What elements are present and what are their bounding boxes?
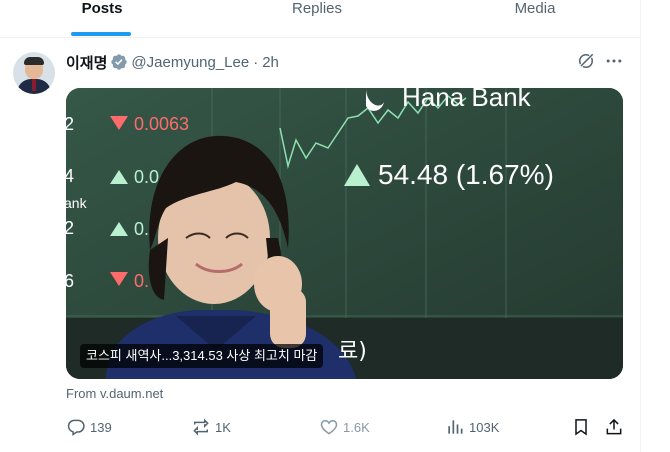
repost-icon [193, 418, 209, 436]
bookmark-icon [575, 419, 587, 436]
reply-icon [67, 419, 85, 436]
author-handle[interactable]: @Jaemyung_Lee [131, 54, 249, 71]
separator-dot: · [253, 53, 259, 71]
board-row4-value: 0. [134, 271, 149, 291]
profile-tabs: Posts Replies Media [0, 0, 640, 38]
bookmark-button[interactable] [571, 416, 595, 438]
reply-count: 139 [90, 419, 112, 435]
share-icon [606, 418, 622, 435]
tab-replies-label: Replies [291, 0, 343, 17]
grok-icon[interactable] [576, 51, 596, 71]
board-left-digit-4: 2 [66, 218, 74, 238]
verified-badge-icon [111, 54, 128, 70]
like-button[interactable]: 1.6K [319, 416, 370, 438]
board-overlay-text: 료) [338, 339, 367, 364]
more-icon[interactable] [604, 51, 624, 71]
stock-board-photo: 2 4 ank 2 6 0.0063 0.0 0. 0. Hana Bank 5… [66, 88, 623, 379]
board-left-digit-3: ank [66, 195, 88, 211]
post-header: 이재명 @Jaemyung_Lee · 2h [66, 52, 279, 72]
avatar-hair [24, 57, 44, 65]
board-row2-value: 0.0 [134, 167, 159, 187]
repost-button[interactable]: 1K [191, 416, 231, 438]
card-caption: 코스피 새역사...3,314.53 사상 최고치 마감 [80, 344, 324, 368]
source-link[interactable]: From v.daum.net [66, 386, 163, 401]
reply-button[interactable]: 139 [66, 416, 112, 438]
board-main-change: 54.48 (1.67%) [378, 159, 554, 190]
views-count: 103K [469, 419, 500, 435]
avatar[interactable] [13, 52, 55, 94]
link-card-image[interactable]: 2 4 ank 2 6 0.0063 0.0 0. 0. Hana Bank 5… [66, 88, 623, 379]
author-name[interactable]: 이재명 [66, 52, 107, 73]
board-bank-text: Hana Bank [402, 88, 532, 112]
views-button[interactable]: 103K [445, 416, 499, 438]
heart-icon [320, 419, 338, 435]
board-left-digit-1: 2 [66, 114, 74, 134]
board-left-digit-2: 4 [66, 166, 74, 186]
board-left-digit-5: 6 [66, 271, 74, 291]
like-count: 1.6K [343, 419, 370, 435]
column-border [640, 0, 641, 452]
tab-media[interactable]: Media [498, 0, 572, 38]
active-tab-indicator [71, 32, 131, 36]
share-button[interactable] [604, 416, 628, 438]
board-row1-value: 0.0063 [134, 114, 189, 134]
post-time[interactable]: 2h [262, 54, 279, 71]
avatar-tie [32, 79, 36, 91]
board-row3-value: 0. [134, 219, 149, 239]
tab-replies[interactable]: Replies [270, 0, 364, 38]
views-icon [448, 420, 463, 434]
repost-count: 1K [215, 419, 231, 435]
tab-media-label: Media [514, 0, 556, 17]
tab-posts-label: Posts [81, 0, 123, 17]
